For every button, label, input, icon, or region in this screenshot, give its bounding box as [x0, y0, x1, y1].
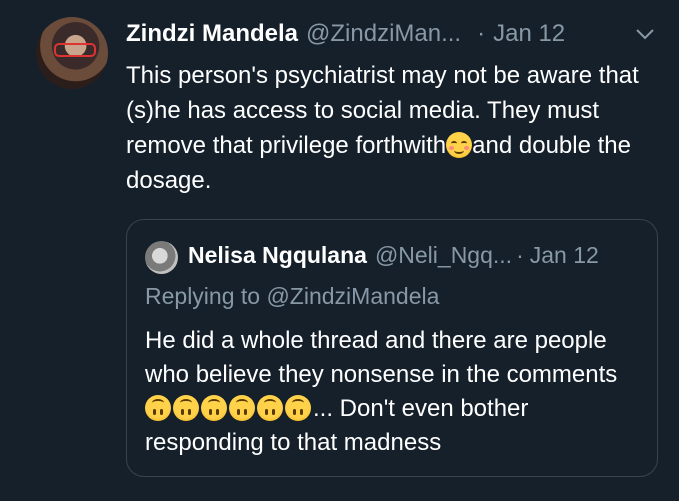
- chevron-down-icon[interactable]: [634, 26, 656, 42]
- upside-down-emoji-group: [145, 395, 313, 422]
- quoted-text-part1: He did a whole thread and there are peop…: [145, 327, 618, 388]
- upside-down-face-emoji-icon: [285, 395, 311, 421]
- quoted-tweet-text: He did a whole thread and there are peop…: [145, 324, 650, 460]
- avatar-glasses: [54, 43, 96, 57]
- tweet-header: Zindzi Mandela @ZindziMan... · Jan 12: [126, 20, 565, 50]
- upside-down-face-emoji-icon: [229, 395, 255, 421]
- tweet-text: This person's psychiatrist may not be aw…: [126, 58, 666, 198]
- upside-down-face-emoji-icon: [201, 395, 227, 421]
- upside-down-face-emoji-icon: [173, 395, 199, 421]
- upside-down-face-emoji-icon: [145, 395, 171, 421]
- quoted-tweet[interactable]: Nelisa Ngqulana @Neli_Ngq... · Jan 12 Re…: [126, 219, 658, 477]
- replying-to: Replying to @ZindziMandela: [145, 283, 440, 309]
- quoted-author-handle: @Neli_Ngq...: [374, 242, 513, 268]
- quoted-author-name: Nelisa Ngqulana: [188, 242, 367, 268]
- quoted-tweet-header: Nelisa Ngqulana @Neli_Ngq... · Jan 12: [188, 242, 599, 269]
- tweet[interactable]: Zindzi Mandela @ZindziMan... · Jan 12 Th…: [0, 0, 679, 501]
- author-avatar[interactable]: [36, 17, 108, 89]
- upside-down-face-emoji-icon: [257, 395, 283, 421]
- author-name[interactable]: Zindzi Mandela: [126, 20, 298, 48]
- tweet-date[interactable]: Jan 12: [493, 20, 565, 48]
- quoted-separator-dot: ·: [516, 242, 524, 268]
- smiling-face-emoji-icon: [446, 132, 473, 158]
- quoted-author-avatar[interactable]: [145, 241, 178, 274]
- separator-dot: ·: [477, 20, 486, 47]
- author-handle[interactable]: @ZindziMan...: [306, 20, 461, 48]
- quoted-tweet-date: Jan 12: [529, 242, 599, 268]
